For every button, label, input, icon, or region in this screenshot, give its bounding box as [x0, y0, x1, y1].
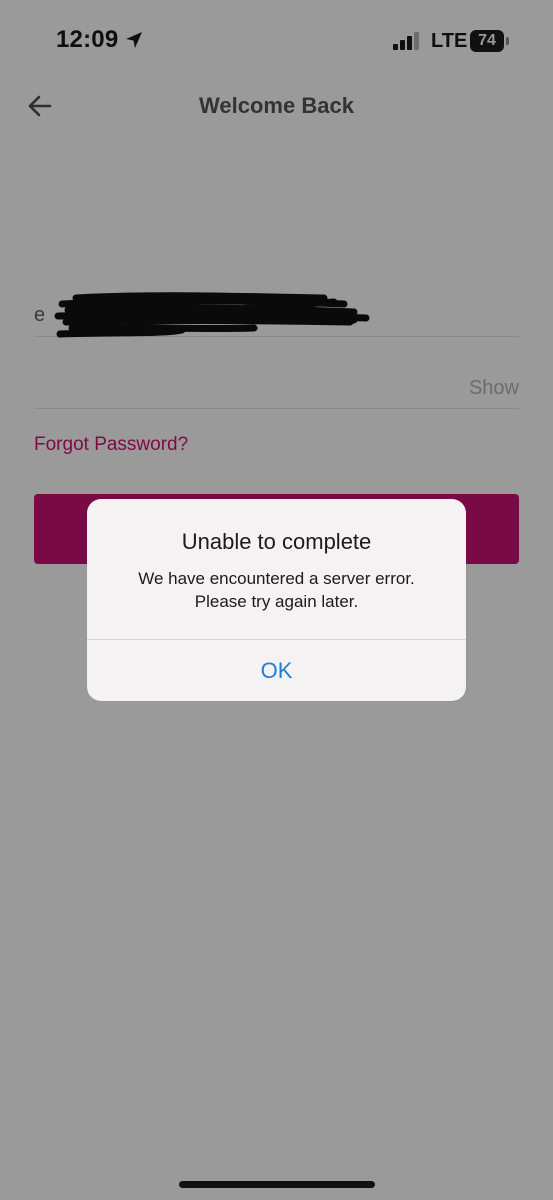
status-bar: 12:09 LTE 74 [0, 0, 553, 84]
password-field[interactable]: Show [34, 364, 519, 409]
location-arrow-icon [126, 32, 142, 48]
show-password-toggle[interactable]: Show [469, 377, 519, 400]
alert-ok-button[interactable]: OK [87, 640, 466, 701]
redaction-scribble [54, 292, 370, 338]
login-screen: 12:09 LTE 74 Welcome Back e Show Forgot … [0, 0, 553, 1200]
alert-message: We have encountered a server error. Plea… [87, 567, 466, 613]
status-time: 12:09 [56, 26, 119, 53]
email-value: e [34, 304, 46, 326]
network-type: LTE [431, 30, 468, 52]
battery-level: 74 [478, 32, 496, 49]
battery-icon: 74 [470, 30, 510, 52]
battery-tip [506, 37, 509, 45]
alert-message-line-1: We have encountered a server error. [138, 569, 415, 588]
page-title: Welcome Back [199, 93, 354, 118]
forgot-password-link[interactable]: Forgot Password? [34, 434, 188, 456]
error-alert-dialog: Unable to complete We have encountered a… [87, 499, 466, 701]
email-field[interactable]: e [34, 290, 519, 338]
alert-message-line-2: Please try again later. [194, 592, 359, 611]
alert-title: Unable to complete [181, 529, 372, 554]
signal-bars-icon [393, 32, 419, 50]
home-indicator[interactable] [179, 1181, 375, 1188]
